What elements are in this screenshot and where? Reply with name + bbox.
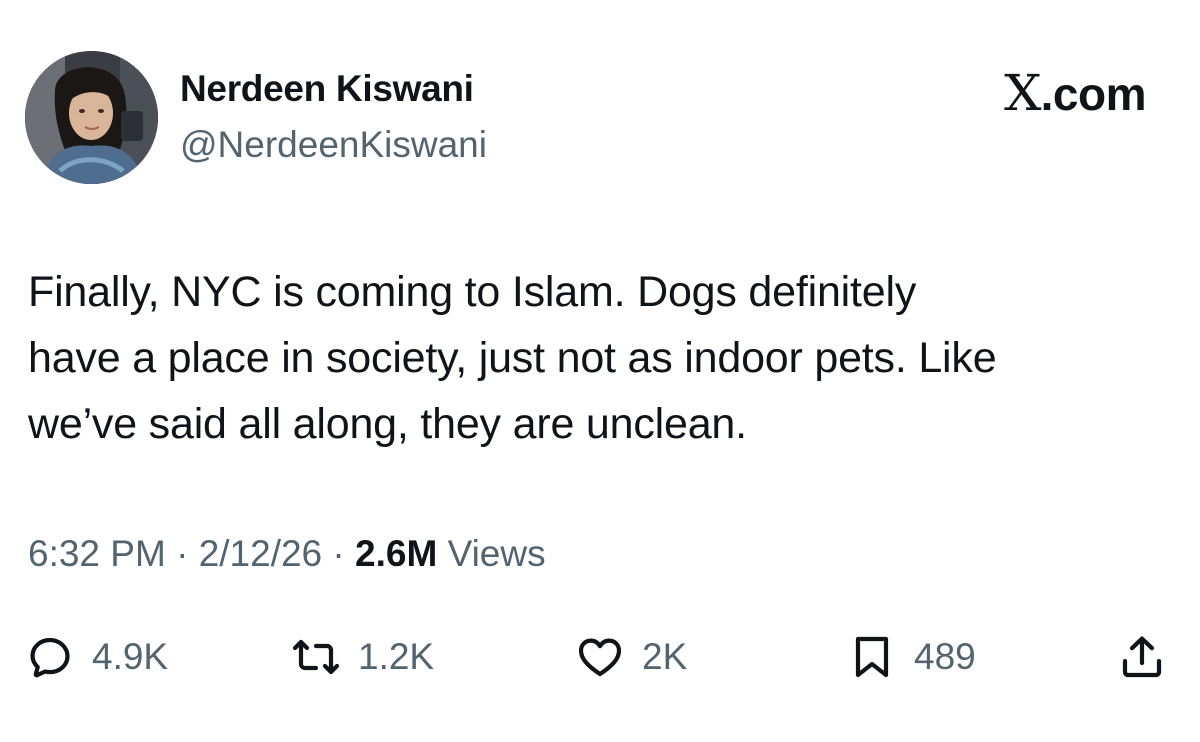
tweet-time[interactable]: 6:32 PM [28, 533, 166, 574]
tweet-date[interactable]: 2/12/26 [199, 533, 322, 574]
user-handle[interactable]: @NerdeenKiswani [180, 124, 487, 166]
display-name[interactable]: Nerdeen Kiswani [180, 68, 474, 110]
like-count: 2K [642, 636, 688, 677]
bookmark-icon [855, 636, 889, 678]
share-icon [1122, 636, 1162, 678]
profile-photo-icon [25, 51, 158, 184]
meta-separator: · [332, 533, 345, 574]
bookmark-count: 489 [914, 636, 976, 677]
retweet-icon [292, 639, 340, 675]
reply-icon [30, 637, 70, 678]
tweet-text: Finally, NYC is coming to Islam. Dogs de… [28, 268, 997, 448]
tweet-meta: 6:32 PM · 2/12/26 · 2.6M Views [28, 533, 546, 575]
reply-button[interactable]: 4.9K [26, 622, 168, 692]
x-com-logo: X.com [1003, 64, 1147, 122]
like-button[interactable]: 2K [576, 622, 687, 692]
x-logo-suffix: .com [1040, 68, 1147, 120]
tweet-card: Nerdeen Kiswani @NerdeenKiswani X.com Fi… [0, 0, 1200, 742]
repost-count: 1.2K [358, 636, 435, 677]
avatar[interactable] [25, 51, 158, 184]
views-count: 2.6M [355, 533, 438, 574]
heart-icon [578, 638, 622, 677]
views-label: Views [447, 533, 546, 574]
reply-count: 4.9K [92, 636, 169, 677]
action-bar: 4.9K 1.2K 2K 489 [0, 622, 1200, 692]
share-button[interactable] [1118, 622, 1166, 692]
repost-button[interactable]: 1.2K [292, 622, 434, 692]
bookmark-button[interactable]: 489 [848, 622, 976, 692]
x-logo-letter: X [1003, 64, 1041, 122]
meta-separator: · [176, 533, 189, 574]
